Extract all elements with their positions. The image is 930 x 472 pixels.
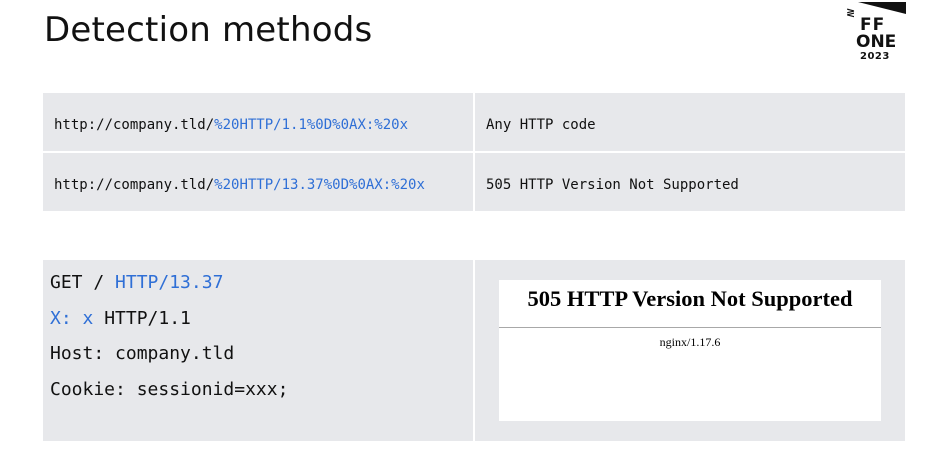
request-version: HTTP/13.37 <box>115 272 224 293</box>
cell-divider <box>473 93 475 151</box>
cell-divider <box>473 260 475 441</box>
injected-header-line: X: x HTTP/1.1 <box>50 306 288 342</box>
host-header-line: Host: company.tld <box>50 343 235 364</box>
slide-title: Detection methods <box>44 10 373 50</box>
logo-text-year: 2023 <box>860 51 890 62</box>
cell-divider <box>473 153 475 211</box>
injected-header: X: x <box>50 307 94 329</box>
request-line: GET / HTTP/13.37 <box>50 270 288 306</box>
logo-text-one: ONE <box>856 32 897 52</box>
request-response-panel: GET / HTTP/13.37 X: x HTTP/1.1 Host: com… <box>43 260 905 441</box>
url-base: http://company.tld/ <box>54 117 215 133</box>
url-table-row: http://company.tld/%20HTTP/1.1%0D%0AX:%2… <box>43 93 905 151</box>
error-page-rule <box>499 327 881 328</box>
url-base: http://company.tld/ <box>54 177 215 193</box>
response-cell: Any HTTP code <box>486 117 596 133</box>
injected-header-tail: HTTP/1.1 <box>93 307 191 329</box>
response-cell: 505 HTTP Version Not Supported <box>486 177 739 193</box>
error-page-screenshot: 505 HTTP Version Not Supported nginx/1.1… <box>499 280 881 421</box>
logo-corner-shape <box>858 2 906 14</box>
url-payload: %20HTTP/1.1%0D%0AX:%20x <box>214 117 409 133</box>
url-cell: http://company.tld/%20HTTP/13.37%0D%0AX:… <box>54 153 425 211</box>
url-table-row: http://company.tld/%20HTTP/13.37%0D%0AX:… <box>43 153 905 211</box>
error-page-heading: 505 HTTP Version Not Supported <box>527 286 853 311</box>
request-method-path: GET / <box>50 272 116 293</box>
offzone-logo: ≷ FF ONE 2023 <box>842 2 908 64</box>
logo-zigzag-mark: ≷ <box>846 6 856 19</box>
cookie-header-line: Cookie: sessionid=xxx; <box>50 378 289 400</box>
raw-http-request: GET / HTTP/13.37 X: x HTTP/1.1 Host: com… <box>50 270 288 412</box>
url-payload: %20HTTP/13.37%0D%0AX:%20x <box>214 177 425 193</box>
error-page-server: nginx/1.17.6 <box>659 335 721 349</box>
url-cell: http://company.tld/%20HTTP/1.1%0D%0AX:%2… <box>54 93 408 151</box>
